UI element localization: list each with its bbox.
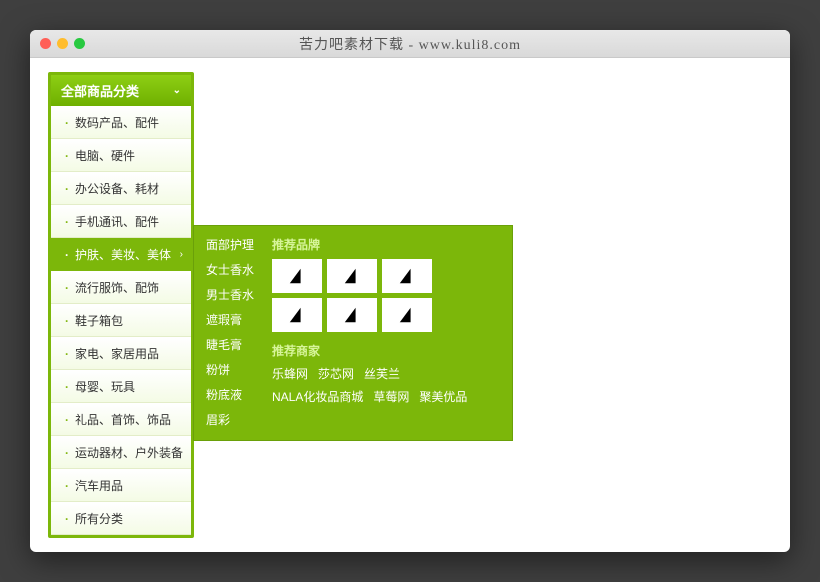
menu-header[interactable]: 全部商品分类 ⌄ [51,75,191,106]
menu-item-label: 汽车用品 [75,477,123,494]
placeholder-icon [398,306,416,324]
menu-item-10[interactable]: 运动器材、户外装备 [51,436,191,469]
menu-item-label: 护肤、美妆、美体 [75,246,171,263]
placeholder-icon [288,306,306,324]
menu-item-2[interactable]: 办公设备、耗材 [51,172,191,205]
titlebar: 苦力吧素材下载 - www.kuli8.com [30,30,790,58]
placeholder-icon [343,306,361,324]
menu-item-label: 鞋子箱包 [75,312,123,329]
chevron-down-icon: ⌄ [173,85,181,96]
sublink-7[interactable]: 眉彩 [206,411,254,428]
placeholder-icon [288,267,306,285]
shop-link-1[interactable]: 莎芯网 [318,365,354,382]
category-menu: 全部商品分类 ⌄ 数码产品、配件电脑、硬件办公设备、耗材手机通讯、配件护肤、美妆… [48,72,194,538]
brand-thumb-3[interactable] [272,298,322,332]
menu-item-label: 办公设备、耗材 [75,180,159,197]
menu-item-7[interactable]: 家电、家居用品 [51,337,191,370]
flyout-panel: 面部护理女士香水男士香水遮瑕膏睫毛膏粉饼粉底液眉彩 推荐品牌 推荐商家 乐蜂网莎… [193,225,513,441]
menu-item-4[interactable]: 护肤、美妆、美体 › [51,238,191,271]
menu-item-8[interactable]: 母婴、玩具 [51,370,191,403]
menu-item-label: 家电、家居用品 [75,345,159,362]
content-area: 全部商品分类 ⌄ 数码产品、配件电脑、硬件办公设备、耗材手机通讯、配件护肤、美妆… [30,58,790,552]
brand-thumb-2[interactable] [382,259,432,293]
menu-item-label: 所有分类 [75,510,123,527]
brand-thumb-4[interactable] [327,298,377,332]
sublink-2[interactable]: 男士香水 [206,286,254,303]
window-title: 苦力吧素材下载 - www.kuli8.com [30,34,790,54]
menu-item-0[interactable]: 数码产品、配件 [51,106,191,139]
menu-item-3[interactable]: 手机通讯、配件 [51,205,191,238]
menu-item-6[interactable]: 鞋子箱包 [51,304,191,337]
menu-item-12[interactable]: 所有分类 [51,502,191,535]
browser-window: 苦力吧素材下载 - www.kuli8.com 全部商品分类 ⌄ 数码产品、配件… [30,30,790,552]
sublink-6[interactable]: 粉底液 [206,386,254,403]
menu-item-11[interactable]: 汽车用品 [51,469,191,502]
menu-item-label: 礼品、首饰、饰品 [75,411,171,428]
sublink-1[interactable]: 女士香水 [206,261,254,278]
menu-item-5[interactable]: 流行服饰、配饰 [51,271,191,304]
placeholder-icon [343,267,361,285]
shop-link-5[interactable]: 聚美优品 [419,388,467,405]
brand-thumb-0[interactable] [272,259,322,293]
brand-thumb-1[interactable] [327,259,377,293]
menu-item-1[interactable]: 电脑、硬件 [51,139,191,172]
brands-title: 推荐品牌 [272,236,500,253]
menu-item-label: 运动器材、户外装备 [75,444,183,461]
brand-grid [272,259,500,332]
subcategory-column: 面部护理女士香水男士香水遮瑕膏睫毛膏粉饼粉底液眉彩 [206,236,254,428]
sublink-0[interactable]: 面部护理 [206,236,254,253]
sublink-5[interactable]: 粉饼 [206,361,254,378]
chevron-right-icon: › [180,249,183,260]
sublink-3[interactable]: 遮瑕膏 [206,311,254,328]
recommendations: 推荐品牌 推荐商家 乐蜂网莎芯网丝芙兰NALA化妆品商城草莓网聚美优品 [272,236,500,428]
menu-item-label: 母婴、玩具 [75,378,135,395]
menu-list: 数码产品、配件电脑、硬件办公设备、耗材手机通讯、配件护肤、美妆、美体 › 流行服饰、… [51,106,191,535]
menu-item-label: 手机通讯、配件 [75,213,159,230]
shops-title: 推荐商家 [272,342,500,359]
menu-item-label: 流行服饰、配饰 [75,279,159,296]
shop-link-0[interactable]: 乐蜂网 [272,365,308,382]
menu-item-9[interactable]: 礼品、首饰、饰品 [51,403,191,436]
placeholder-icon [398,267,416,285]
shop-link-3[interactable]: NALA化妆品商城 [272,388,363,405]
shop-link-4[interactable]: 草莓网 [373,388,409,405]
shop-link-2[interactable]: 丝芙兰 [364,365,400,382]
shops-list: 乐蜂网莎芯网丝芙兰NALA化妆品商城草莓网聚美优品 [272,365,500,405]
sublink-4[interactable]: 睫毛膏 [206,336,254,353]
menu-item-label: 电脑、硬件 [75,147,135,164]
menu-item-label: 数码产品、配件 [75,114,159,131]
brand-thumb-5[interactable] [382,298,432,332]
menu-header-label: 全部商品分类 [61,81,139,100]
